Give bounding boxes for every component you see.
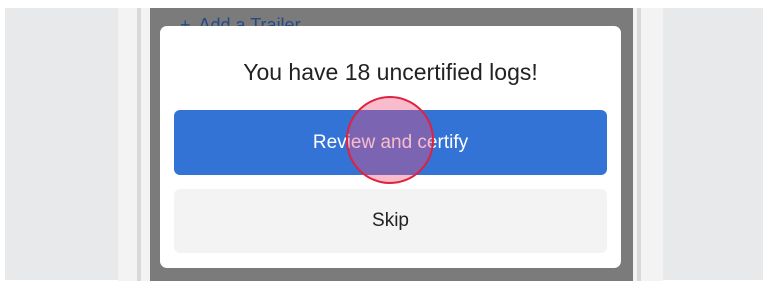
dialog-title: You have 18 uncertified logs! (243, 59, 538, 85)
skip-button[interactable]: Skip (174, 189, 607, 253)
uncertified-logs-dialog: You have 18 uncertified logs! Review and… (160, 26, 621, 268)
review-and-certify-label: Review and certify (312, 131, 469, 153)
device-edge-left (137, 8, 141, 281)
review-and-certify-button[interactable]: Review and certify (174, 110, 607, 175)
device-edge-right (637, 8, 641, 281)
skip-label: Skip (372, 210, 409, 231)
